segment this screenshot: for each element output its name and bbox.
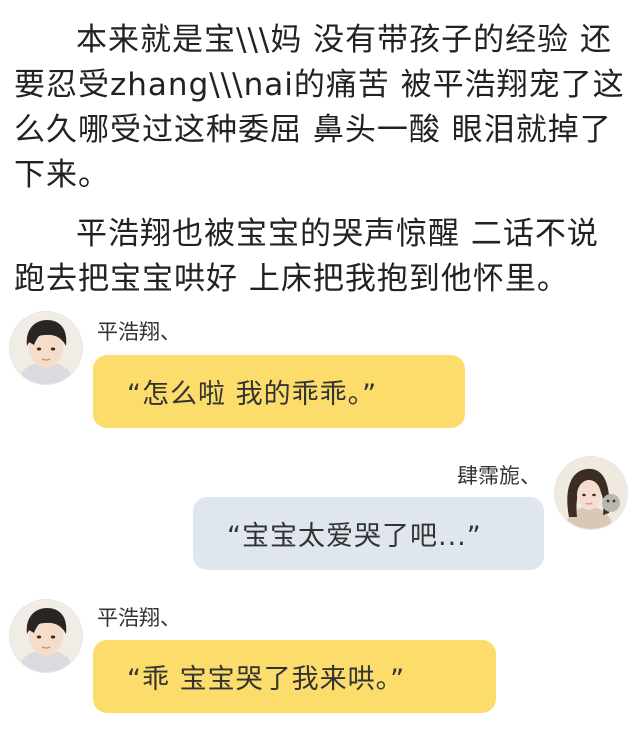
boy-avatar-icon — [10, 312, 82, 384]
message-bubble: “怎么啦 我的乖乖。” — [93, 355, 465, 428]
sender-name: 平浩翔、 — [97, 606, 181, 630]
chat-message-left: 平浩翔、 “怎么啦 我的乖乖。” — [0, 312, 640, 432]
avatar — [10, 312, 82, 384]
avatar — [10, 600, 82, 672]
avatar — [555, 457, 627, 529]
chat-message-left: 平浩翔、 “乖 宝宝哭了我来哄。” — [0, 598, 640, 718]
chat-message-right: 肆霈旎、 “宝宝太爱哭了吧...” — [0, 456, 640, 576]
sender-name: 平浩翔、 — [97, 320, 181, 344]
story-paragraph: 本来就是宝\\\妈 没有带孩子的经验 还要忍受zhang\\\nai的痛苦 被平… — [14, 22, 625, 193]
sender-name: 肆霈旎、 — [457, 464, 541, 488]
message-bubble: “乖 宝宝哭了我来哄。” — [93, 640, 496, 713]
girl-avatar-icon — [555, 457, 627, 529]
story-text: 本来就是宝\\\妈 没有带孩子的经验 还要忍受zhang\\\nai的痛苦 被平… — [14, 18, 626, 302]
message-bubble: “宝宝太爱哭了吧...” — [193, 497, 544, 570]
story-paragraph: 平浩翔也被宝宝的哭声惊醒 二话不说跑去把宝宝哄好 上床把我抱到他怀里。 — [14, 216, 599, 297]
boy-avatar-icon — [10, 600, 82, 672]
